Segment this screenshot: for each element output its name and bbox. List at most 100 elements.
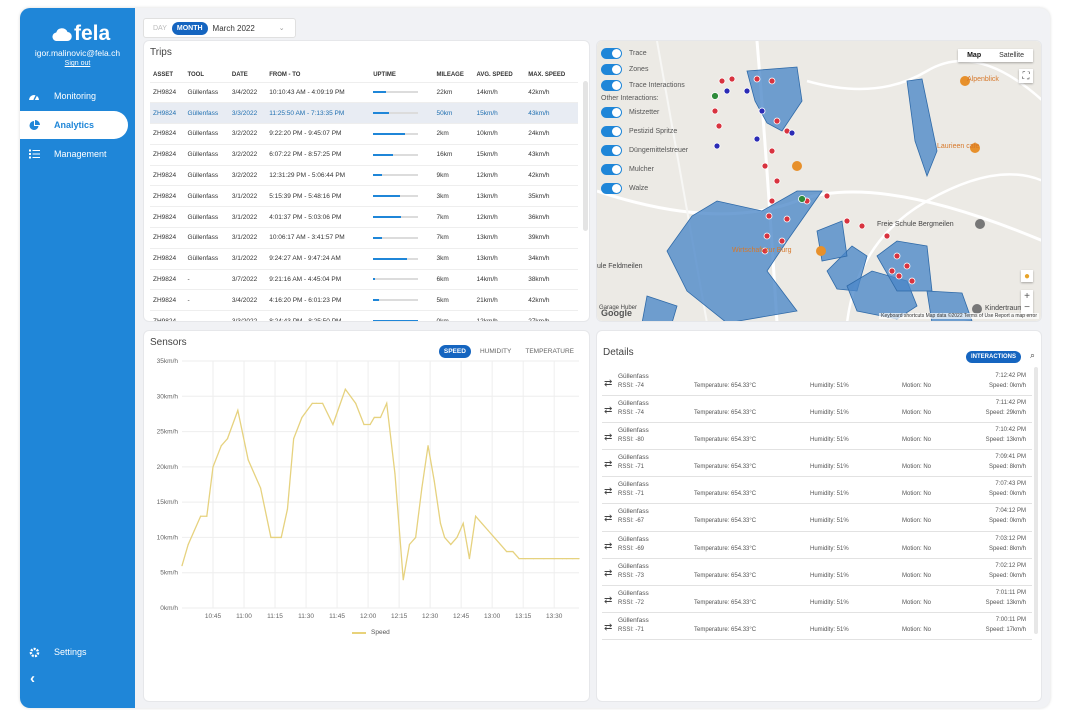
column-header[interactable]: MILEAGE: [433, 69, 474, 83]
zoom-out-button[interactable]: −: [1024, 302, 1030, 313]
column-header[interactable]: UPTIME: [370, 69, 434, 83]
list-item[interactable]: ⇄ Güllenfass RSSI: -71 Temperature: 654.33°…: [602, 450, 1032, 478]
list-item[interactable]: ⇄ Güllenfass RSSI: -71 Temperature: 654.33°…: [602, 613, 1032, 640]
y-tick-label: 35km/h: [157, 358, 179, 365]
speed-line-chart: 0km/h 5km/h 10km/h 15km/h 20km/h 25km/h 30km/h…: [157, 358, 580, 620]
sign-out-link[interactable]: Sign out: [20, 60, 135, 67]
speed-data-point: [543, 558, 545, 560]
list-item[interactable]: ⇄ Güllenfass RSSI: -72 Temperature: 654.33°…: [602, 586, 1032, 613]
nav-item-analytics[interactable]: Analytics: [20, 111, 128, 139]
period-month-button[interactable]: MONTH: [171, 21, 208, 35]
period-day-button[interactable]: DAY: [148, 22, 172, 35]
collapse-sidebar-button[interactable]: ‹: [30, 670, 35, 687]
list-item[interactable]: ⇄ Güllenfass RSSI: -74 Temperature: 654.33°…: [602, 369, 1032, 397]
table-row[interactable]: ZH9824 Güllenfass 3/3/2022 11:25:50 AM - 7:…: [150, 102, 578, 125]
list-icon: [20, 149, 48, 159]
item-temperature: Temperature: 654.33°C: [694, 410, 757, 417]
swap-arrows-icon: ⇄: [604, 405, 613, 417]
table-cell-asset: ZH9824: [150, 269, 185, 291]
toggle-switch[interactable]: [601, 79, 622, 91]
details-scrollbar[interactable]: [1034, 367, 1038, 634]
list-item[interactable]: ⇄ Güllenfass RSSI: -67 Temperature: 654.33°…: [602, 504, 1032, 532]
map-type-satellite-button[interactable]: Satellite: [990, 49, 1033, 62]
table-row[interactable]: ZH9824 Güllenfass 3/4/2022 10:10:43 AM - 4:…: [150, 82, 578, 104]
table-row[interactable]: ZH9824-3/4/2022 4:16:20 PM - 6:01:23 PM 5k…: [150, 289, 578, 312]
swap-arrows-icon: ⇄: [604, 432, 613, 444]
list-item[interactable]: ⇄ Güllenfass RSSI: -80 Temperature: 654.33°…: [602, 423, 1032, 451]
layer-toggle-trace[interactable]: Trace: [601, 45, 688, 61]
column-header[interactable]: TOOL: [184, 69, 229, 83]
list-item[interactable]: ⇄ Güllenfass RSSI: -71 Temperature: 654.33°…: [602, 477, 1032, 505]
uptime-progress: [373, 153, 419, 156]
item-temperature: Temperature: 654.33°C: [694, 383, 757, 389]
search-icon[interactable]: ⌕: [1030, 350, 1035, 361]
column-header[interactable]: FROM - TO: [266, 69, 371, 83]
item-speed: Speed: 13km/h: [985, 599, 1026, 606]
item-motion: Motion: No: [902, 545, 932, 552]
map-panel[interactable]: Trace Zones Trace Interactions Other Int…: [596, 40, 1042, 322]
table-cell-avg: 12km/h: [473, 206, 526, 229]
uptime-bar: [370, 227, 434, 249]
layer-toggle-zones[interactable]: Zones: [601, 61, 688, 77]
column-header[interactable]: MAX. SPEED: [525, 69, 578, 83]
nav-item-settings[interactable]: Settings: [20, 638, 135, 666]
list-item[interactable]: ⇄ Güllenfass RSSI: -69 Temperature: 654.33°…: [602, 532, 1032, 559]
table-cell-date: 3/2/2022: [228, 144, 267, 166]
layer-toggle-walze[interactable]: Walze: [601, 180, 688, 196]
layer-toggle-mistzetter[interactable]: Mistzetter: [601, 104, 688, 120]
table-cell-mileage: 7km: [433, 227, 474, 249]
list-item[interactable]: ⇄ Güllenfass RSSI: -73 Temperature: 654.33°…: [602, 559, 1032, 586]
item-humidity: Humidity: 51%: [810, 518, 849, 525]
list-item[interactable]: ⇄ Güllenfass RSSI: -74 Temperature: 654.33°…: [602, 396, 1032, 424]
pegman-icon[interactable]: ●: [1021, 270, 1033, 282]
swap-arrows-icon: ⇄: [604, 567, 613, 579]
toggle-switch[interactable]: [601, 125, 622, 137]
chevron-down-icon[interactable]: ⌄: [279, 24, 285, 32]
item-speed: Speed: 0km/h: [988, 491, 1026, 498]
column-header[interactable]: AVG. SPEED: [473, 69, 526, 83]
item-humidity: Humidity: 51%: [810, 599, 849, 606]
map-type-map-button[interactable]: Map: [958, 49, 990, 62]
table-row[interactable]: ZH9824 Güllenfass 3/2/2022 6:07:22 PM - 8:5…: [150, 144, 578, 166]
layer-toggle-mulcher[interactable]: Mulcher: [601, 161, 688, 177]
toggle-switch[interactable]: [601, 144, 622, 156]
table-row[interactable]: ZH9824 Güllenfass 3/2/2022 9:22:20 PM - 9:4…: [150, 123, 578, 145]
details-title: Details: [603, 347, 634, 358]
toggle-switch[interactable]: [601, 63, 622, 75]
table-row[interactable]: ZH9824 Güllenfass 3/1/2022 10:06:17 AM - 3:…: [150, 227, 578, 249]
speed-data-point: [373, 416, 375, 419]
table-row[interactable]: ZH9824 Güllenfass 3/1/2022 5:15:39 PM - 5:4…: [150, 185, 578, 208]
item-motion: Motion: No: [902, 410, 932, 417]
table-cell-avg: 12km/h: [473, 165, 526, 187]
toggle-switch[interactable]: [601, 182, 622, 194]
nav-label: Monitoring: [54, 91, 97, 101]
toggle-switch[interactable]: [601, 47, 622, 59]
item-motion: Motion: No: [902, 518, 932, 525]
nav-item-management[interactable]: Management: [20, 140, 135, 168]
interactions-button[interactable]: INTERACTIONS: [966, 351, 1021, 363]
toggle-switch[interactable]: [601, 106, 622, 118]
item-rssi: RSSI: -74: [618, 410, 645, 417]
table-row[interactable]: ZH9824 Güllenfass 3/2/2022 12:31:29 PM - 5:…: [150, 165, 578, 187]
map-attribution[interactable]: Keyboard shortcuts Map data ©2022 Terms …: [879, 313, 1039, 319]
item-rssi: RSSI: -71: [618, 464, 645, 471]
layer-toggle-pestizid-spritze[interactable]: Pestizid Spritze: [601, 123, 688, 139]
table-cell-date: 3/1/2022: [228, 185, 267, 208]
column-header[interactable]: DATE: [228, 69, 267, 83]
layer-toggle-trace-interactions[interactable]: Trace Interactions: [601, 77, 688, 93]
trips-scrollbar[interactable]: [583, 81, 588, 231]
item-rssi: RSSI: -80: [618, 437, 645, 444]
column-header[interactable]: ASSET: [150, 69, 185, 83]
toggle-switch[interactable]: [601, 163, 622, 175]
layer-toggle-duengemittelstreuer[interactable]: Düngemittelstreuer: [601, 142, 688, 158]
nav-item-monitoring[interactable]: Monitoring: [20, 82, 135, 110]
zoom-in-button[interactable]: +: [1024, 291, 1030, 302]
month-select[interactable]: March 2022: [213, 24, 255, 33]
app-logo[interactable]: fela: [50, 22, 110, 46]
fullscreen-icon[interactable]: ⛶: [1019, 69, 1033, 83]
uptime-bar: [370, 248, 434, 270]
table-row[interactable]: ZH9824-3/3/2022 8:24:43 PM - 8:25:50 PM 0k…: [150, 310, 578, 321]
table-row[interactable]: ZH9824 Güllenfass 3/1/2022 4:01:37 PM - 5:0…: [150, 206, 578, 229]
table-row[interactable]: ZH9824-3/7/2022 9:21:16 AM - 4:45:04 PM 6k…: [150, 269, 578, 291]
table-row[interactable]: ZH9824 Güllenfass 3/1/2022 9:24:27 AM - 9:4…: [150, 248, 578, 270]
